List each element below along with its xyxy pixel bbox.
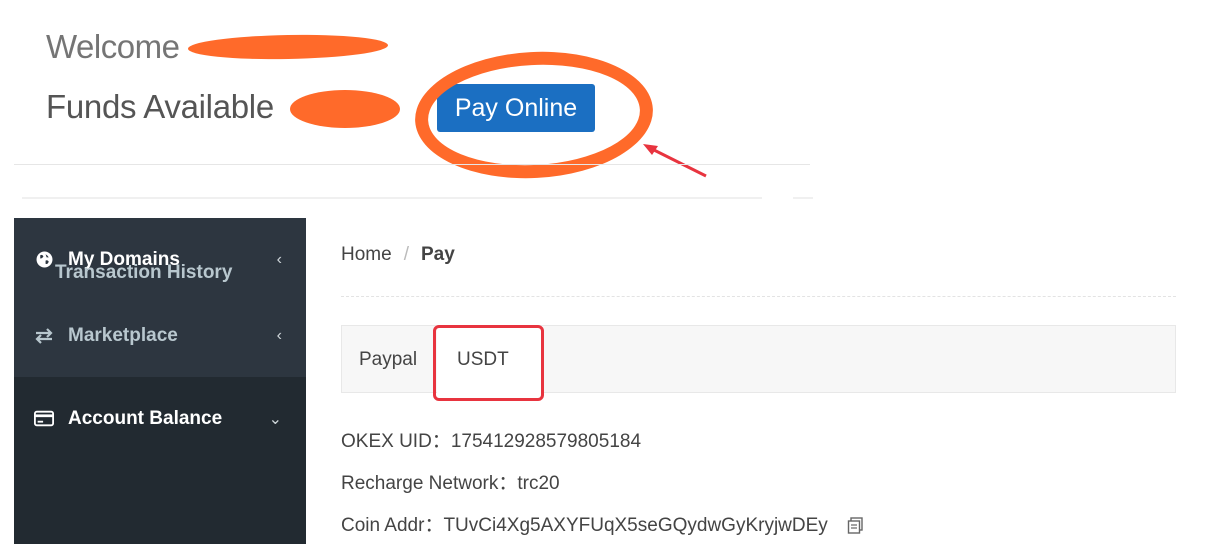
- copy-icon[interactable]: [847, 517, 864, 540]
- sidebar-item-label: Account Balance: [68, 407, 223, 429]
- breadcrumb-home-link[interactable]: Home: [341, 244, 392, 265]
- redacted-funds-amount: [290, 90, 400, 128]
- sidebar-item-my-domains[interactable]: My Domains ‹: [14, 218, 306, 301]
- recharge-network-row: Recharge Network：trc20: [341, 468, 560, 495]
- breadcrumb: Home / Pay: [341, 244, 455, 266]
- divider: [341, 296, 1176, 297]
- chevron-left-icon: ‹: [276, 250, 282, 268]
- sidebar-item-marketplace[interactable]: Marketplace ‹: [14, 294, 306, 377]
- funds-available-label: Funds Available: [46, 88, 274, 125]
- welcome-label: Welcome: [46, 28, 180, 65]
- okex-uid-row: OKEX UID：175412928579805184: [341, 426, 641, 453]
- globe-icon: [34, 251, 54, 268]
- sidebar-item-account-balance[interactable]: Account Balance ⌄: [14, 377, 306, 544]
- chevron-down-icon: ⌄: [268, 410, 282, 428]
- divider: [22, 197, 762, 199]
- recharge-network-label: Recharge Network：: [341, 473, 518, 494]
- divider: [14, 164, 810, 165]
- okex-uid-value: 175412928579805184: [450, 431, 642, 452]
- recharge-network-value: trc20: [517, 473, 560, 494]
- annotation-highlight-box: [433, 325, 544, 401]
- sidebar-item-label: Marketplace: [68, 324, 178, 346]
- coin-addr-value: TUvCi4Xg5AXYFUqX5seGQydwGyKryjwDEy: [443, 515, 828, 536]
- exchange-arrows-icon: [34, 327, 54, 344]
- sidebar-subitem-transaction-history[interactable]: Transaction History: [55, 262, 232, 284]
- divider: [793, 197, 813, 199]
- tab-paypal[interactable]: Paypal: [359, 326, 417, 394]
- credit-card-icon: [34, 410, 54, 427]
- chevron-left-icon: ‹: [276, 326, 282, 344]
- redacted-username: [187, 33, 389, 61]
- annotation-arrow-icon: [643, 144, 707, 178]
- okex-uid-label: OKEX UID：: [341, 431, 451, 452]
- coin-addr-label: Coin Addr：: [341, 515, 444, 536]
- breadcrumb-current: Pay: [420, 244, 455, 265]
- breadcrumb-separator: /: [403, 244, 409, 265]
- coin-addr-row: Coin Addr：TUvCi4Xg5AXYFUqX5seGQydwGyKryj…: [341, 510, 864, 540]
